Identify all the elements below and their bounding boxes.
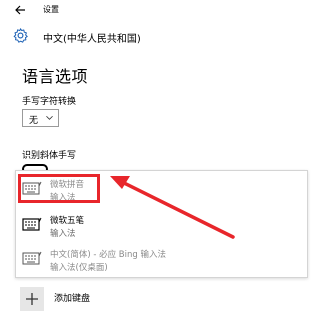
input-method-name: 微软拼音 <box>50 180 85 190</box>
handwriting-conversion-dropdown[interactable]: 无 <box>22 109 59 127</box>
input-method-type: 输入法(仅桌面) <box>50 263 108 273</box>
settings-window: 设置 中文(中华人民共和国) 语言选项 手写字符转换 无 识别斜体手写 微软拼音… <box>0 0 321 314</box>
keyboard-icon <box>22 217 42 231</box>
gear-icon <box>13 28 28 43</box>
keyboard-icon <box>22 251 42 265</box>
chevron-down-icon <box>46 115 53 120</box>
input-method-item[interactable]: 微软五笔 输入法 <box>16 209 309 243</box>
keyboard-icon <box>22 181 42 195</box>
input-method-name: 微软五笔 <box>50 216 85 226</box>
input-method-item[interactable]: 微软拼音 输入法 <box>16 173 309 207</box>
language-name: 中文(中华人民共和国) <box>43 34 141 45</box>
section-title: 语言选项 <box>22 67 89 86</box>
add-keyboard-label: 添加键盘 <box>54 294 91 304</box>
page-header: 中文(中华人民共和国) <box>0 24 321 48</box>
back-arrow-icon[interactable] <box>14 4 26 16</box>
dropdown-selected-value: 无 <box>29 116 39 126</box>
input-method-item[interactable]: 中文(简体) - 必应 Bing 输入法 输入法(仅桌面) <box>16 243 309 277</box>
window-title: 设置 <box>43 5 59 14</box>
input-method-name: 中文(简体) - 必应 Bing 输入法 <box>50 250 166 260</box>
input-method-list: 微软拼音 输入法 微软五笔 输入法 中文(简体) - 必应 Bing 输入法 输… <box>15 170 308 278</box>
plus-icon <box>26 293 38 305</box>
add-keyboard-button[interactable]: 添加键盘 <box>20 284 220 314</box>
input-method-type: 输入法 <box>50 193 76 203</box>
title-bar: 设置 <box>0 0 321 20</box>
handwriting-conversion-label: 手写字符转换 <box>22 97 77 107</box>
italic-handwriting-label: 识别斜体手写 <box>22 151 77 161</box>
scrollbar[interactable] <box>312 0 321 314</box>
input-method-type: 输入法 <box>50 229 76 239</box>
add-tile <box>20 287 44 311</box>
